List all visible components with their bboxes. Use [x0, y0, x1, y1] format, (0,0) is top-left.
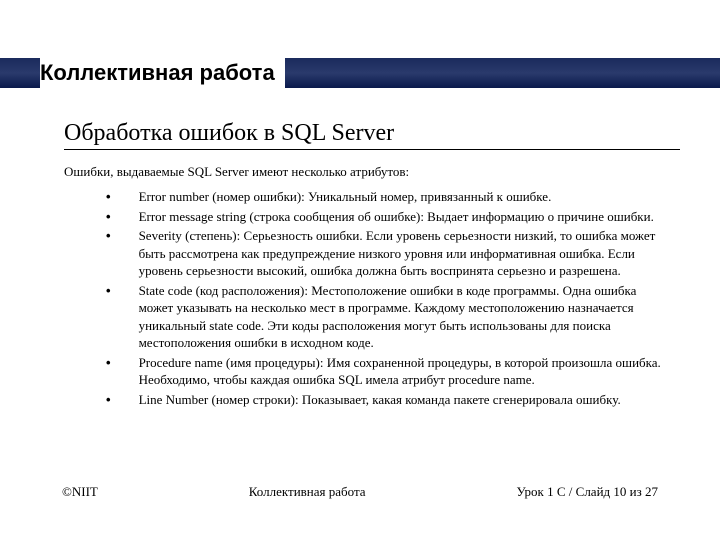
bullet-dot-icon: •: [106, 282, 111, 300]
bullet-dot-icon: •: [106, 391, 111, 409]
intro-text: Ошибки, выдаваемые SQL Server имеют неск…: [64, 164, 680, 180]
title-block: Коллективная работа: [40, 30, 285, 92]
bullet-text: Severity (степень): Серьезность ошибки. …: [139, 227, 670, 280]
bullet-text: State code (код расположения): Местополо…: [139, 282, 670, 352]
slide-subtitle: Обработка ошибок в SQL Server: [64, 120, 680, 150]
bullet-dot-icon: •: [106, 188, 111, 206]
bullet-list: • Error number (номер ошибки): Уникальный…: [64, 188, 680, 409]
bullet-text: Error message string (строка сообщения о…: [139, 208, 670, 226]
bullet-text: Line Number (номер строки): Показывает, …: [139, 391, 670, 409]
bullet-item: • State code (код расположения): Местопол…: [106, 282, 670, 352]
bullet-text: Procedure name (имя процедуры): Имя сохр…: [139, 354, 670, 389]
bullet-item: • Error number (номер ошибки): Уникальный…: [106, 188, 670, 206]
footer: ©NIIT Коллективная работа Урок 1 C / Сла…: [0, 484, 720, 500]
footer-title: Коллективная работа: [249, 484, 366, 500]
bullet-dot-icon: •: [106, 354, 111, 372]
bullet-item: • Line Number (номер строки): Показывает,…: [106, 391, 670, 409]
bullet-dot-icon: •: [106, 208, 111, 226]
slide-title: Коллективная работа: [40, 30, 275, 92]
bullet-item: • Procedure name (имя процедуры): Имя сох…: [106, 354, 670, 389]
bullet-dot-icon: •: [106, 227, 111, 245]
footer-slide-number: Урок 1 C / Слайд 10 из 27: [516, 484, 658, 500]
content-area: Обработка ошибок в SQL Server Ошибки, вы…: [40, 92, 680, 409]
bullet-item: • Error message string (строка сообщения …: [106, 208, 670, 226]
bullet-text: Error number (номер ошибки): Уникальный …: [139, 188, 670, 206]
bullet-item: • Severity (степень): Серьезность ошибки.…: [106, 227, 670, 280]
footer-copyright: ©NIIT: [62, 484, 98, 500]
